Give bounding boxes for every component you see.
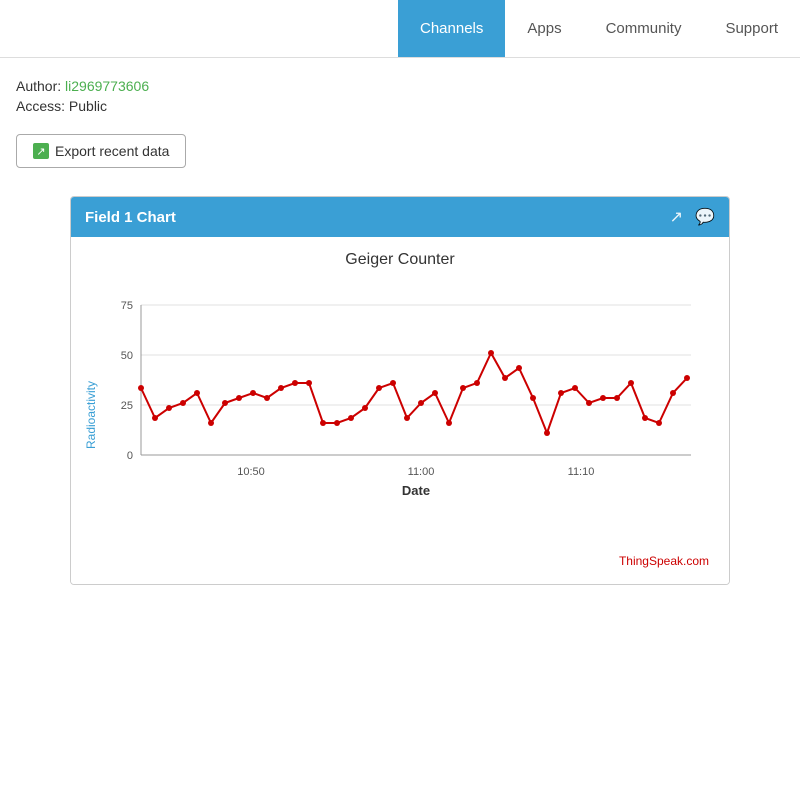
nav-channels[interactable]: Channels bbox=[398, 0, 505, 57]
svg-text:11:00: 11:00 bbox=[408, 466, 435, 478]
svg-text:10:50: 10:50 bbox=[237, 466, 265, 478]
author-link[interactable]: li2969773606 bbox=[65, 78, 149, 94]
export-icon: ↗ bbox=[33, 143, 49, 159]
chart-main-title: Geiger Counter bbox=[81, 251, 719, 269]
svg-text:25: 25 bbox=[121, 400, 133, 412]
access-value: Public bbox=[69, 98, 107, 114]
nav-support[interactable]: Support bbox=[703, 0, 800, 57]
svg-text:0: 0 bbox=[127, 450, 133, 462]
main-content: Author: li2969773606 Access: Public ↗ Ex… bbox=[0, 58, 800, 605]
chart-card: Field 1 Chart ↗ 💬 Geiger Counter Radioac… bbox=[70, 196, 730, 585]
nav-community[interactable]: Community bbox=[584, 0, 704, 57]
top-nav: Channels Apps Community Support bbox=[0, 0, 800, 58]
chart-header-icons: ↗ 💬 bbox=[670, 207, 715, 227]
chart-comment-icon[interactable]: 💬 bbox=[695, 207, 715, 227]
chart-title-header: Field 1 Chart bbox=[85, 209, 176, 226]
svg-text:75: 75 bbox=[121, 300, 133, 312]
svg-text:Date: Date bbox=[402, 483, 430, 498]
chart-svg: Radioactivity 75 50 25 0 10:50 11:00 11:… bbox=[81, 275, 711, 545]
chart-open-icon[interactable]: ↗ bbox=[670, 207, 683, 227]
chart-body: Geiger Counter Radioactivity 75 50 25 0 bbox=[71, 237, 729, 584]
chart-header: Field 1 Chart ↗ 💬 bbox=[71, 197, 729, 237]
thingspeak-credit: ThingSpeak.com bbox=[81, 550, 719, 574]
access-label: Access: bbox=[16, 98, 69, 114]
export-label: Export recent data bbox=[55, 143, 169, 159]
access-line: Access: Public bbox=[16, 98, 784, 114]
export-button[interactable]: ↗ Export recent data bbox=[16, 134, 186, 168]
svg-text:11:10: 11:10 bbox=[568, 466, 595, 478]
author-line: Author: li2969773606 bbox=[16, 78, 784, 94]
author-label: Author: bbox=[16, 78, 61, 94]
svg-text:Radioactivity: Radioactivity bbox=[84, 381, 98, 449]
nav-apps[interactable]: Apps bbox=[505, 0, 583, 57]
svg-text:50: 50 bbox=[121, 350, 133, 362]
